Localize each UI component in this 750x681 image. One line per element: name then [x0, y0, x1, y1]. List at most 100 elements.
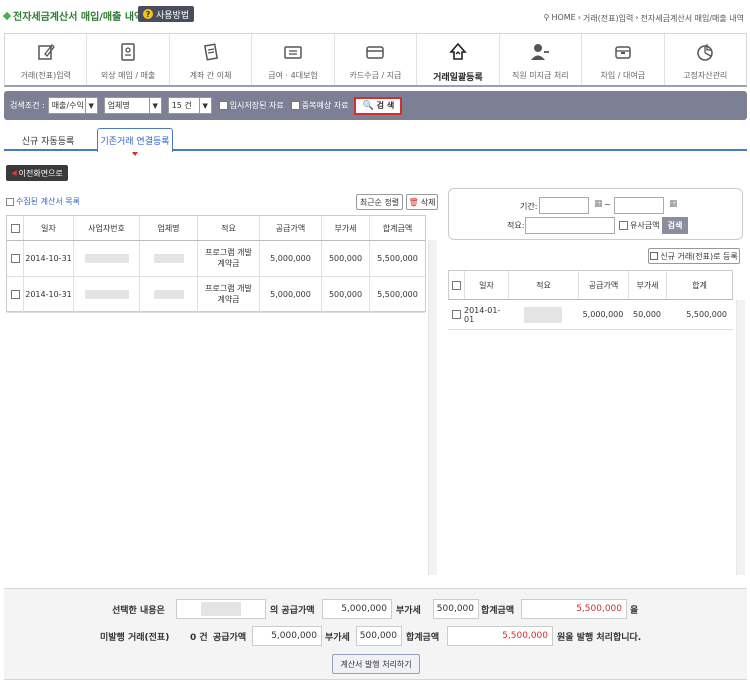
table-row[interactable]: 2014-10-31 프로그램 개발 계약금 5,000,000 500,000…	[7, 241, 425, 277]
new-transaction-register-button[interactable]: 신규 거래(전표)로 등록	[648, 248, 740, 264]
supply-amount-box-2: 5,000,000	[252, 626, 322, 646]
select-all-checkbox[interactable]	[10, 223, 20, 233]
count-select[interactable]: 15 건 ▼	[167, 97, 212, 114]
menu-journal-entry[interactable]: 거래(전표)입력	[5, 34, 88, 85]
id-card-icon	[284, 46, 302, 59]
col-header: 부가세	[322, 216, 370, 240]
memo-input[interactable]	[525, 217, 615, 234]
tab-label: 기존거래 연결등록	[100, 137, 170, 147]
supply-cell: 5,000,000	[260, 241, 322, 276]
row-checkbox[interactable]	[10, 254, 20, 263]
field-select[interactable]: 업체명 ▼	[103, 97, 162, 114]
menu-bulk-register[interactable]: 거래일괄등록	[417, 34, 500, 85]
vat-amount-box: 500,000	[433, 599, 479, 619]
type-select[interactable]: 매출/수익 ▼	[47, 97, 98, 114]
count-select-value: 15 건	[171, 101, 192, 110]
menu-card[interactable]: 카드수금 / 지급	[335, 34, 418, 85]
selected-prefix: 선택한 내용은	[112, 606, 165, 616]
table-row[interactable]: 2014-10-31 프로그램 개발 계약금 5,000,000 500,000…	[7, 277, 425, 313]
search-button[interactable]: 🔍 검 색	[354, 96, 403, 115]
table-header: 일자 적요 공급가액 부가세 합계	[448, 270, 733, 300]
edit-icon	[37, 44, 55, 60]
calendar-icon[interactable]: ▦	[594, 199, 603, 209]
menu-label: 급여 · 4대보험	[268, 71, 318, 80]
main-menu: 거래(전표)입력 외상 매입 / 매출 계좌 간 이체 급여 · 4대보험 카드…	[4, 33, 747, 87]
col-header: 적요	[509, 271, 579, 299]
menu-payroll[interactable]: 급여 · 4대보험	[252, 34, 335, 85]
period-start-input[interactable]	[539, 197, 589, 214]
col-header: 공급가액	[579, 271, 629, 299]
help-button[interactable]: ? 사용방법	[138, 6, 195, 22]
redacted-company	[153, 290, 184, 299]
right-scrollbar[interactable]	[736, 300, 745, 575]
delete-button[interactable]: 🗑 삭제	[406, 194, 438, 210]
sort-recent-button[interactable]: 최근순 정렬	[356, 194, 403, 210]
menu-loan[interactable]: 차입 / 대여금	[582, 34, 665, 85]
filter-search-button[interactable]: 검색	[662, 217, 688, 234]
chevron-down-icon: ▼	[148, 98, 161, 113]
list-icon	[6, 197, 14, 206]
new-register-label: 신규 거래(전표)로 등록	[660, 251, 738, 261]
issue-button-label: 계산서 발행 처리하기	[340, 659, 412, 669]
row-checkbox[interactable]	[10, 290, 20, 299]
total-amount-box-2: 5,500,000	[447, 626, 553, 646]
issue-invoice-button[interactable]: 계산서 발행 처리하기	[332, 654, 420, 674]
period-label: 기간:	[520, 202, 538, 211]
supply-amount-box: 5,000,000	[322, 599, 392, 619]
total-amount-box: 5,500,000	[521, 599, 627, 619]
menu-unpaid-staff[interactable]: 직원 미지급 처리	[500, 34, 583, 85]
select-all-checkbox[interactable]	[452, 280, 461, 290]
chevron-down-icon: ▼	[198, 98, 211, 113]
breadcrumb-home[interactable]: HOME	[551, 13, 575, 24]
delete-button-label: 삭제	[420, 197, 436, 207]
bizno-cell	[74, 241, 140, 276]
menu-credit[interactable]: 외상 매입 / 매출	[87, 34, 170, 85]
temp-saved-filter[interactable]: 임시저장된 자료	[218, 100, 284, 111]
redacted-company	[201, 602, 241, 616]
vat-cell: 500,000	[322, 241, 370, 276]
memo-label: 적요:	[507, 221, 525, 230]
ledger-icon	[121, 43, 135, 61]
search-bar: 검색조건 : 매출/수익 ▼ 업체명 ▼ 15 건 ▼ 임시저장된 자료 중복예…	[4, 91, 747, 120]
wallet-icon	[615, 46, 631, 59]
temp-saved-checkbox[interactable]	[218, 101, 228, 110]
tab-new-auto[interactable]: 신규 자동등록	[6, 129, 90, 151]
unissued-label: 미발행 거래(전표)	[100, 633, 170, 643]
menu-label: 차입 / 대여금	[600, 71, 646, 80]
duplicate-checkbox[interactable]	[290, 101, 300, 110]
similar-amount-checkbox[interactable]	[619, 221, 628, 230]
temp-saved-label: 임시저장된 자료	[229, 101, 284, 110]
tab-existing-link[interactable]: 기존거래 연결등록	[97, 128, 173, 156]
period-separator: ~	[604, 200, 611, 209]
row-checkbox[interactable]	[451, 310, 461, 319]
select-all-cell	[7, 216, 24, 240]
field-select-value: 업체명	[107, 101, 130, 110]
top-bar: 전자세금계산서 매입/매출 내역 ? 사용방법 ⚲ HOME › 거래(전표)입…	[0, 0, 750, 32]
menu-transfer[interactable]: 계좌 간 이체	[170, 34, 253, 85]
row-checkbox-cell	[7, 241, 24, 276]
menu-label: 거래(전표)입력	[20, 71, 71, 80]
filter-search-label: 검색	[667, 221, 683, 230]
select-all-cell	[449, 271, 465, 299]
col-header: 공급가액	[260, 216, 322, 240]
back-button[interactable]: ◀ 이전화면으로	[6, 165, 68, 181]
period-end-input[interactable]	[614, 197, 664, 214]
table-row[interactable]: 2014-01-01 5,000,000 50,000 5,500,000	[448, 300, 733, 330]
menu-label: 고정자산관리	[683, 71, 728, 80]
company-cell	[140, 277, 198, 312]
menu-fixed-assets[interactable]: 고정자산관리	[665, 34, 746, 85]
breadcrumb-item[interactable]: 거래(전표)입력	[583, 13, 633, 24]
col-header: 부가세	[629, 271, 667, 299]
menu-label: 거래일괄등록	[433, 73, 483, 83]
breadcrumb-current: 전자세금계산서 매입/매출 내역	[640, 14, 744, 23]
left-scrollbar[interactable]	[428, 240, 437, 575]
page-title: 전자세금계산서 매입/매출 내역	[2, 8, 143, 23]
duplicate-filter[interactable]: 중복예상 자료	[290, 100, 348, 111]
transfer-doc-icon	[203, 43, 218, 61]
collected-list-title-text: 수집된 계산서 목록	[16, 197, 80, 206]
col-header: 사업자번호	[74, 216, 140, 240]
breadcrumb-sep-icon: ›	[577, 13, 581, 22]
calendar-icon[interactable]: ▦	[669, 199, 678, 209]
breadcrumb: ⚲ HOME › 거래(전표)입력 › 전자세금계산서 매입/매출 내역	[544, 13, 744, 24]
redacted-bizno	[84, 290, 129, 299]
